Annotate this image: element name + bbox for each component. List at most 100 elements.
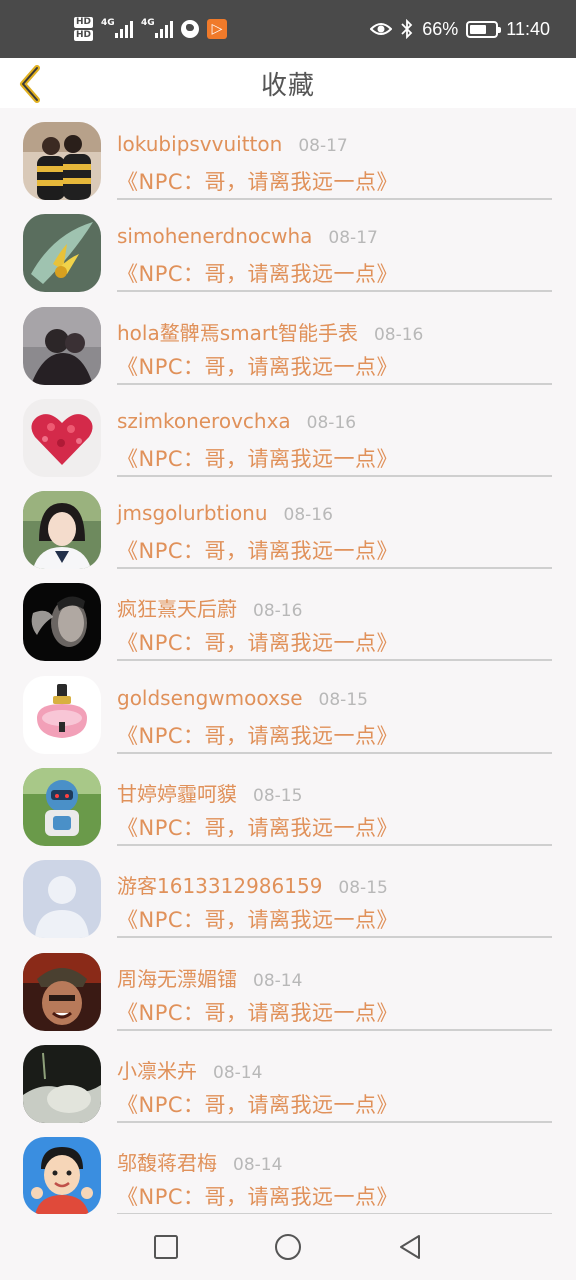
status-bar: HD HD 4G 4G ▷ 66% 11:40 — [0, 0, 576, 58]
item-subtitle: 《NPC：哥，请离我远一点》 — [117, 262, 399, 287]
item-name: lokubipsvvuitton — [117, 132, 283, 156]
item-date: 08-15 — [338, 878, 388, 899]
avatar — [23, 491, 101, 570]
avatar — [23, 122, 101, 200]
item-subtitle: 《NPC：哥，请离我远一点》 — [117, 170, 399, 194]
item-name: 邬馥蒋君梅 — [117, 1151, 217, 1176]
item-header: 邬馥蒋君梅 08-14 — [117, 1147, 282, 1176]
avatar — [23, 768, 101, 847]
item-subtitle: 《NPC：哥，请离我远一点》 — [117, 1092, 399, 1117]
item-date: 08-17 — [328, 228, 378, 249]
item-name: szimkonerovchxa — [117, 408, 291, 433]
item-date: 08-17 — [298, 136, 348, 156]
list-item[interactable]: lokubipsvvuitton 08-17 《NPC：哥，请离我远一点》 — [0, 108, 576, 200]
list-item[interactable]: 甘婷婷霾呵貘 08-15 《NPC：哥，请离我远一点》 — [0, 754, 576, 847]
page-title: 收藏 — [260, 70, 315, 101]
item-subtitle: 《NPC：哥，请离我远一点》 — [117, 539, 399, 564]
battery-percent: 66% — [422, 18, 459, 39]
item-header: szimkonerovchxa 08-16 — [117, 409, 356, 433]
item-subtitle: 《NPC：哥，请离我远一点》 — [117, 354, 399, 379]
item-subtitle: 《NPC：哥，请离我远一点》 — [117, 1185, 399, 1210]
item-header: 疯狂熹天后蔚 08-16 — [117, 593, 302, 622]
recent-apps-button[interactable] — [105, 1214, 227, 1280]
item-name: 疯狂熹天后蔚 — [117, 597, 237, 622]
recent-apps-icon — [154, 1235, 178, 1259]
home-button[interactable] — [227, 1214, 349, 1280]
item-subtitle: 《NPC：哥，请离我远一点》 — [117, 631, 399, 656]
item-subtitle: 《NPC：哥，请离我远一点》 — [117, 1000, 399, 1025]
item-header: 甘婷婷霾呵貘 08-15 — [117, 778, 302, 807]
avatar — [23, 398, 101, 477]
chevron-left-icon — [20, 65, 40, 103]
clock: 11:40 — [506, 18, 550, 39]
item-subtitle: 《NPC：哥，请离我远一点》 — [117, 446, 399, 471]
item-header: goldsengwmooxse 08-15 — [117, 686, 368, 710]
globe-icon — [181, 20, 200, 38]
status-bar-right: 66% 11:40 — [370, 19, 550, 40]
item-header: 小凛米卉 08-14 — [117, 1055, 262, 1084]
item-header: lokubipsvvuitton 08-17 — [117, 132, 348, 156]
item-date: 08-14 — [213, 1062, 263, 1083]
hd-label-2: HD — [74, 30, 94, 41]
back-button[interactable] — [14, 64, 46, 104]
list-item[interactable]: 邬馥蒋君梅 08-14 《NPC：哥，请离我远一点》 — [0, 1123, 576, 1214]
item-subtitle: 《NPC：哥，请离我远一点》 — [117, 723, 399, 748]
item-name: goldsengwmooxse — [117, 685, 303, 710]
list-item[interactable]: 疯狂熹天后蔚 08-16 《NPC：哥，请离我远一点》 — [0, 569, 576, 662]
item-header: simohenerdnocwha 08-17 — [117, 224, 378, 248]
item-header: 周海无漂媚镭 08-14 — [117, 963, 302, 992]
item-name: 周海无漂媚镭 — [117, 966, 237, 991]
back-icon — [400, 1235, 420, 1259]
item-date: 08-16 — [283, 505, 333, 526]
header: 收藏 — [0, 58, 576, 108]
item-date: 08-14 — [253, 970, 303, 991]
app-notification-icon: ▷ — [207, 19, 228, 39]
item-name: 游客1613312986159 — [117, 874, 323, 899]
item-subtitle: 《NPC：哥，请离我远一点》 — [117, 816, 399, 841]
list-item[interactable]: goldsengwmooxse 08-15 《NPC：哥，请离我远一点》 — [0, 662, 576, 754]
item-date: 08-16 — [306, 412, 357, 433]
item-name: simohenerdnocwha — [117, 224, 313, 249]
battery-icon — [466, 20, 502, 38]
avatar — [23, 306, 101, 385]
avatar — [23, 675, 101, 754]
nav-back-button[interactable] — [349, 1214, 471, 1280]
network-label-1: 4G — [101, 18, 115, 28]
signal-icon-2: 4G — [141, 18, 174, 38]
item-date: 08-14 — [233, 1155, 283, 1176]
list-item[interactable]: 周海无漂媚镭 08-14 《NPC：哥，请离我远一点》 — [0, 939, 576, 1031]
network-label-2: 4G — [141, 18, 155, 28]
item-subtitle: 《NPC：哥，请离我远一点》 — [117, 908, 399, 933]
item-date: 08-15 — [318, 689, 368, 710]
item-name: 甘婷婷霾呵貘 — [117, 782, 237, 807]
list-item[interactable]: 小凛米卉 08-14 《NPC：哥，请离我远一点》 — [0, 1031, 576, 1123]
avatar — [23, 1137, 101, 1214]
item-name: jmsgolurbtionu — [117, 501, 268, 526]
eye-icon — [370, 23, 393, 35]
avatar — [23, 860, 101, 939]
avatar — [23, 214, 101, 293]
bluetooth-icon — [401, 19, 413, 39]
avatar — [23, 1044, 101, 1123]
list-item[interactable]: 游客1613312986159 08-15 《NPC：哥，请离我远一点》 — [0, 846, 576, 939]
item-header: 游客1613312986159 08-15 — [117, 870, 388, 899]
hd-label-1: HD — [74, 17, 94, 28]
item-date: 08-16 — [253, 601, 303, 622]
avatar — [23, 583, 101, 662]
item-header: jmsgolurbtionu 08-16 — [117, 501, 333, 525]
hd-icon: HD HD — [74, 16, 94, 42]
home-icon — [275, 1234, 301, 1260]
list-item[interactable]: szimkonerovchxa 08-16 《NPC：哥，请离我远一点》 — [0, 385, 576, 477]
item-date: 08-15 — [253, 786, 303, 807]
system-nav-bar — [0, 1214, 576, 1280]
status-bar-left: HD HD 4G 4G ▷ — [74, 16, 228, 42]
list-item[interactable]: hola鳌髀焉smart智能手表 08-16 《NPC：哥，请离我远一点》 — [0, 293, 576, 385]
item-header: hola鳌髀焉smart智能手表 08-16 — [117, 317, 423, 346]
item-date: 08-16 — [373, 324, 424, 345]
list-item[interactable]: jmsgolurbtionu 08-16 《NPC：哥，请离我远一点》 — [0, 477, 576, 570]
item-name: 小凛米卉 — [117, 1058, 197, 1083]
list-item[interactable]: simohenerdnocwha 08-17 《NPC：哥，请离我远一点》 — [0, 200, 576, 293]
signal-icon-1: 4G — [101, 18, 134, 38]
favorites-list: lokubipsvvuitton 08-17 《NPC：哥，请离我远一点》 si… — [0, 108, 576, 1214]
item-name: hola鳌髀焉smart智能手表 — [117, 320, 358, 345]
